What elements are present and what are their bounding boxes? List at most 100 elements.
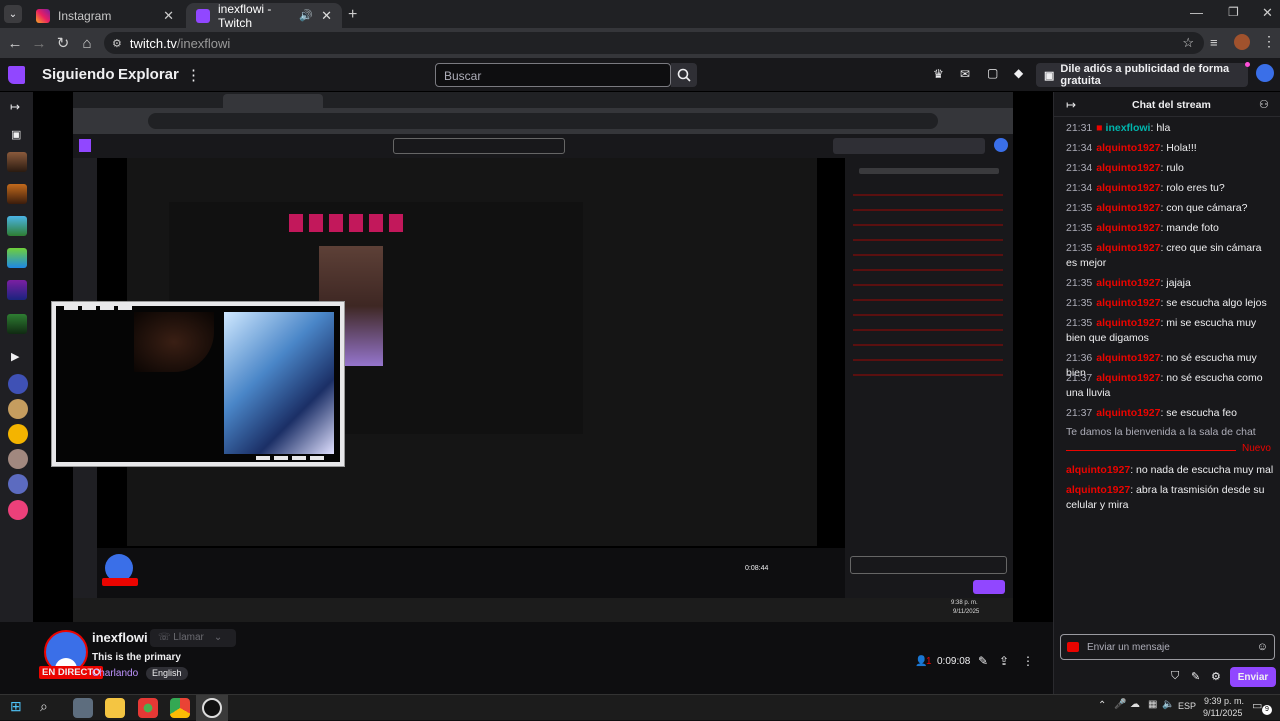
nav-following[interactable]: Siguiendo: [42, 66, 115, 83]
search-icon[interactable]: ⌕: [40, 698, 48, 715]
ad-free-button[interactable]: ▣ Dile adiós a publicidad de forma gratu…: [1036, 63, 1248, 87]
community-icon[interactable]: ⚇: [1259, 98, 1269, 111]
sidebar-channel-avatar[interactable]: [7, 248, 27, 268]
bookmark-star-icon[interactable]: ☆: [1182, 35, 1194, 51]
sidebar-user-avatar[interactable]: [8, 474, 28, 494]
facecam-screen-glare: [224, 312, 334, 454]
edit-icon[interactable]: ✎: [978, 654, 988, 668]
tab-search-button[interactable]: ⌄: [4, 5, 22, 23]
share-icon[interactable]: ⇪: [999, 654, 1009, 668]
language-indicator[interactable]: ESP: [1178, 701, 1196, 711]
clock-date[interactable]: 9/11/2025: [1203, 708, 1242, 718]
sidebar-user-avatar[interactable]: [8, 424, 28, 444]
tray-chevron-icon[interactable]: ⌃: [1098, 700, 1106, 711]
site-info-icon[interactable]: ⚙: [112, 37, 122, 50]
tab-title: inexflowi - Twitch: [218, 1, 272, 30]
sidebar-channel-avatar[interactable]: [7, 216, 27, 236]
browser-menu-icon[interactable]: ⋮: [1262, 33, 1276, 50]
chat-message: alquinto1927: abra la trasmisión desde s…: [1066, 483, 1274, 513]
settings-gear-icon[interactable]: ⚙: [1211, 670, 1221, 683]
forward-arrow-icon[interactable]: →: [27, 35, 51, 52]
new-tab-button[interactable]: +: [348, 6, 357, 24]
send-button[interactable]: Enviar: [1230, 667, 1276, 687]
search-input[interactable]: Buscar: [435, 63, 671, 87]
call-button[interactable]: ☏ Llamar ⌄: [150, 629, 236, 647]
calculator-icon[interactable]: [73, 698, 93, 718]
shield-icon[interactable]: ⛉: [1171, 670, 1179, 683]
chat-message: 21:31 ■ inexflowi: hla: [1066, 121, 1274, 136]
following-channels-icon[interactable]: ▣: [11, 128, 21, 141]
chat-message: 21:35 alquinto1927: se escucha algo lejos: [1066, 296, 1274, 311]
speaker-icon[interactable]: 🔊: [299, 9, 313, 22]
more-options-icon[interactable]: ⋮: [1022, 654, 1034, 668]
profile-avatar[interactable]: [1234, 34, 1250, 50]
whispers-icon[interactable]: ▢: [987, 66, 998, 80]
stream-category[interactable]: Charlando: [92, 668, 138, 679]
sidebar-channel-avatar[interactable]: [7, 152, 27, 172]
camera-icon[interactable]: ▶: [11, 350, 19, 363]
user-avatar[interactable]: [1256, 64, 1274, 82]
search-button[interactable]: [671, 63, 697, 87]
collapse-chat-icon[interactable]: ↦: [1066, 98, 1076, 112]
cloud-icon[interactable]: ☁: [1130, 699, 1140, 710]
sidebar-user-avatar[interactable]: [8, 374, 28, 394]
sidebar-channel-avatar[interactable]: [7, 314, 27, 334]
chat-welcome: Te damos la bienvenida a la sala de chat: [1066, 426, 1256, 438]
twitch-logo[interactable]: [8, 66, 25, 84]
nested-chat-input: [850, 556, 1007, 574]
browser-tab-strip: ⌄ Instagram ✕ inexflowi - Twitch 🔊 ✕ + —…: [0, 0, 1280, 30]
windows-start-icon[interactable]: ⊞: [10, 698, 22, 715]
nav-browse[interactable]: Explorar: [118, 66, 179, 83]
file-explorer-icon[interactable]: [105, 698, 125, 718]
chat-input[interactable]: Enviar un mensaje ☺: [1060, 634, 1275, 660]
sidebar-user-avatar[interactable]: [8, 449, 28, 469]
network-icon[interactable]: ▦: [1148, 699, 1157, 710]
chat-time: 21:35: [1066, 297, 1093, 309]
pen-icon[interactable]: ✎: [1191, 670, 1200, 683]
chat-text: : jajaja: [1160, 277, 1191, 289]
video-player[interactable]: 0:08:44 9:38 p. m. 9/11/2025: [33, 92, 1053, 622]
inbox-icon[interactable]: ✉: [960, 67, 970, 81]
stream-chat: ↦ Chat del stream ⚇ 21:31 ■ inexflowi: hl…: [1053, 92, 1280, 694]
tab-twitch[interactable]: inexflowi - Twitch 🔊 ✕: [186, 1, 342, 30]
minimize-button[interactable]: —: [1190, 5, 1203, 20]
channel-name[interactable]: inexflowi: [92, 630, 148, 645]
close-icon[interactable]: ✕: [163, 8, 174, 24]
emote-picker-icon[interactable]: ☺: [1257, 641, 1268, 653]
home-icon[interactable]: ⌂: [75, 35, 99, 52]
maximize-button[interactable]: ❐: [1228, 5, 1239, 19]
more-menu-icon[interactable]: ⋮: [186, 66, 201, 84]
stream-tag[interactable]: English: [146, 667, 188, 680]
window-close-button[interactable]: ✕: [1262, 5, 1273, 21]
back-arrow-icon[interactable]: ←: [3, 35, 27, 52]
facecam-overlay: [52, 302, 344, 466]
facecam-frame-stripes: [64, 306, 134, 310]
expand-sidebar-icon[interactable]: ↦: [10, 100, 20, 114]
sidebar-user-avatar[interactable]: [8, 399, 28, 419]
address-bar[interactable]: ⚙ twitch.tv/inexflowi ☆: [104, 32, 1204, 54]
sidebar-channel-avatar[interactable]: [7, 184, 27, 204]
nested-avatar: [994, 138, 1008, 152]
chat-header: Chat del stream: [1132, 99, 1211, 111]
chrome-icon[interactable]: [170, 698, 190, 718]
close-icon[interactable]: ✕: [321, 8, 332, 24]
sidebar-user-avatar[interactable]: [8, 500, 28, 520]
opera-icon[interactable]: [138, 698, 158, 718]
chat-message: 21:37 alquinto1927: no sé escucha como un…: [1066, 371, 1274, 401]
tab-instagram[interactable]: Instagram ✕: [26, 3, 184, 28]
obs-taskbar-button[interactable]: [196, 695, 228, 721]
volume-icon[interactable]: 🔈: [1162, 699, 1174, 710]
chat-user: alquinto1927: [1096, 242, 1161, 254]
notifications-icon[interactable]: ▭: [1252, 699, 1262, 712]
chevron-down-icon: ⌄: [213, 632, 223, 643]
chat-text: : rulo: [1160, 162, 1184, 174]
nested-topnav: [73, 134, 1013, 158]
reload-icon[interactable]: ↻: [51, 34, 75, 52]
reading-list-icon[interactable]: ≡: [1210, 35, 1218, 50]
bits-icon[interactable]: ◆: [1014, 66, 1023, 80]
chat-identity-icon[interactable]: [1067, 642, 1079, 652]
sidebar-channel-avatar[interactable]: [7, 280, 27, 300]
microphone-icon[interactable]: 🎤: [1114, 699, 1126, 710]
prime-crown-icon[interactable]: ♛: [933, 67, 944, 81]
clock-time[interactable]: 9:39 p. m.: [1204, 696, 1244, 706]
